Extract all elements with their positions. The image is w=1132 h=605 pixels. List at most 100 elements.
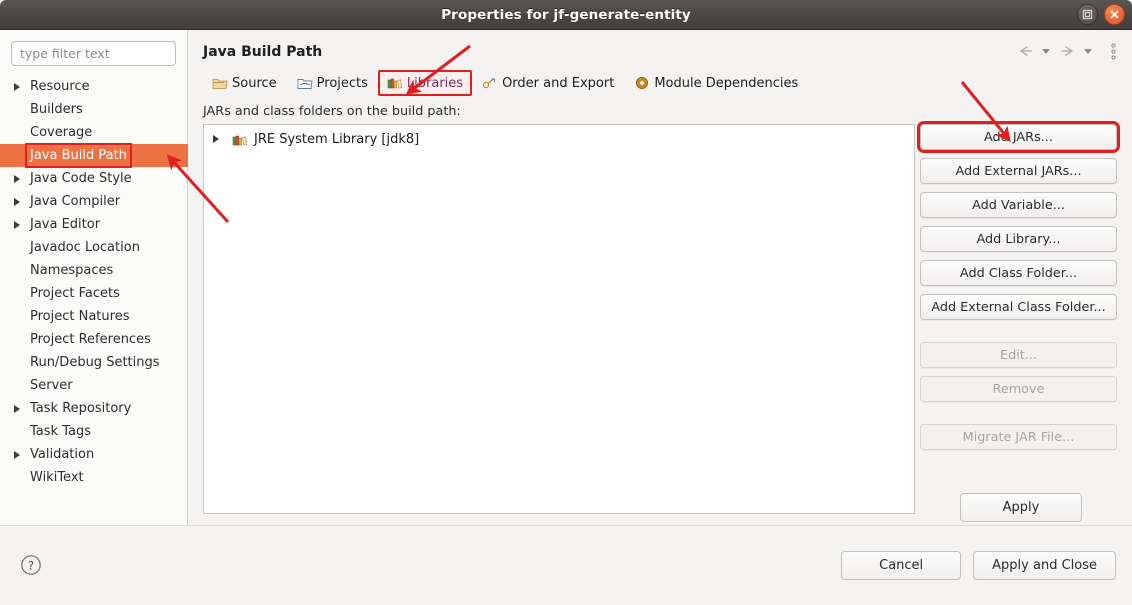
sidebar-item-run-debug-settings[interactable]: Run/Debug Settings bbox=[0, 351, 188, 374]
settings-sidebar: Resource Builders Coverage Java Build Path J… bbox=[0, 30, 188, 525]
tab-label: Order and Export bbox=[502, 75, 615, 91]
button-add-library[interactable]: Add Library... bbox=[920, 226, 1117, 252]
window-controls bbox=[1077, 4, 1125, 25]
sidebar-item-resource[interactable]: Resource bbox=[0, 75, 188, 98]
module-deps-icon bbox=[636, 77, 649, 89]
back-icon[interactable] bbox=[1016, 42, 1034, 60]
window-title: Properties for jf-generate-entity bbox=[441, 7, 691, 23]
settings-tree: Resource Builders Coverage Java Build Path J… bbox=[0, 75, 188, 489]
sidebar-item-label: Resource bbox=[30, 79, 90, 94]
tab-label: Module Dependencies bbox=[654, 75, 799, 91]
forward-icon[interactable] bbox=[1058, 42, 1076, 60]
projects-icon bbox=[297, 79, 313, 89]
filter-input[interactable] bbox=[11, 41, 176, 66]
sidebar-item-validation[interactable]: Validation bbox=[0, 443, 188, 466]
sidebar-item-namespaces[interactable]: Namespaces bbox=[0, 259, 188, 282]
sidebar-item-label: Project Natures bbox=[30, 309, 130, 324]
forward-dropdown-icon[interactable] bbox=[1079, 42, 1097, 60]
footer-buttons: Cancel Apply and Close bbox=[841, 551, 1116, 580]
sidebar-item-label: Run/Debug Settings bbox=[30, 355, 160, 370]
sidebar-item-label: Task Tags bbox=[30, 424, 91, 439]
sidebar-item-java-build-path[interactable]: Java Build Path bbox=[0, 143, 188, 168]
footer-button-label: Apply and Close bbox=[992, 558, 1097, 573]
help-icon[interactable]: ? bbox=[20, 554, 42, 576]
sidebar-item-label: Project Facets bbox=[30, 286, 120, 301]
list-label: JARs and class folders on the build path… bbox=[203, 104, 461, 119]
button-label: Remove bbox=[992, 381, 1045, 397]
title-bar: Properties for jf-generate-entity bbox=[0, 0, 1132, 30]
expand-twisty-icon[interactable] bbox=[14, 221, 20, 229]
close-button[interactable] bbox=[1104, 4, 1125, 25]
svg-text:?: ? bbox=[28, 558, 34, 572]
tab-source[interactable]: Source bbox=[202, 70, 287, 96]
content-panel: Java Build Path Source Projects Librarie… bbox=[188, 30, 1132, 525]
tab-projects[interactable]: Projects bbox=[287, 70, 378, 96]
apply-button[interactable]: Apply bbox=[960, 493, 1082, 522]
sidebar-item-java-editor[interactable]: Java Editor bbox=[0, 213, 188, 236]
tab-order-and-export[interactable]: Order and Export bbox=[472, 70, 624, 96]
button-edit: Edit... bbox=[920, 342, 1117, 368]
button-remove: Remove bbox=[920, 376, 1117, 402]
expand-twisty-icon[interactable] bbox=[213, 135, 219, 143]
sidebar-item-label: Java Build Path bbox=[25, 143, 132, 168]
button-label: Add External Class Folder... bbox=[931, 299, 1106, 315]
sidebar-item-label: Builders bbox=[30, 102, 83, 117]
button-label: Migrate JAR File... bbox=[962, 429, 1075, 445]
filter-container bbox=[11, 41, 176, 66]
sidebar-item-label: Validation bbox=[30, 447, 95, 462]
view-menu-icon[interactable] bbox=[1104, 42, 1122, 60]
libraries-icon bbox=[387, 78, 403, 89]
button-label: Add Variable... bbox=[972, 197, 1065, 213]
button-add-external-class-folder[interactable]: Add External Class Folder... bbox=[920, 294, 1117, 320]
expand-twisty-icon[interactable] bbox=[14, 198, 20, 206]
sidebar-item-label: Java Compiler bbox=[30, 194, 121, 209]
sidebar-item-task-tags[interactable]: Task Tags bbox=[0, 420, 188, 443]
build-path-actions: Add JARs... Add External JARs... Add Varia… bbox=[917, 121, 1120, 458]
sidebar-item-label: Javadoc Location bbox=[30, 240, 140, 255]
sidebar-item-label: Task Repository bbox=[30, 401, 132, 416]
tab-module-dependencies[interactable]: Module Dependencies bbox=[624, 70, 808, 96]
tab-label: Projects bbox=[316, 75, 368, 91]
dialog-footer: ? Cancel Apply and Close bbox=[0, 525, 1132, 605]
sidebar-item-project-references[interactable]: Project References bbox=[0, 328, 188, 351]
sidebar-item-task-repository[interactable]: Task Repository bbox=[0, 397, 188, 420]
button-add-jars[interactable]: Add JARs... bbox=[917, 121, 1120, 153]
sidebar-item-javadoc-location[interactable]: Javadoc Location bbox=[0, 236, 188, 259]
properties-dialog: Properties for jf-generate-entity Resour… bbox=[0, 0, 1132, 605]
footer-button-apply-and-close[interactable]: Apply and Close bbox=[973, 551, 1116, 580]
button-add-external-jars[interactable]: Add External JARs... bbox=[920, 158, 1117, 184]
sidebar-item-server[interactable]: Server bbox=[0, 374, 188, 397]
expand-twisty-icon[interactable] bbox=[14, 175, 20, 183]
button-label: Edit... bbox=[1000, 347, 1037, 363]
navigation-icons bbox=[1016, 42, 1122, 60]
expand-twisty-icon[interactable] bbox=[14, 405, 20, 413]
expand-twisty-icon[interactable] bbox=[14, 451, 20, 459]
sidebar-item-java-compiler[interactable]: Java Compiler bbox=[0, 190, 188, 213]
page-title: Java Build Path bbox=[203, 44, 323, 60]
footer-button-label: Cancel bbox=[879, 558, 924, 573]
button-add-class-folder[interactable]: Add Class Folder... bbox=[920, 260, 1117, 286]
footer-button-cancel[interactable]: Cancel bbox=[841, 551, 962, 580]
tab-libraries[interactable]: Libraries bbox=[377, 70, 473, 96]
sidebar-item-project-facets[interactable]: Project Facets bbox=[0, 282, 188, 305]
back-dropdown-icon[interactable] bbox=[1037, 42, 1055, 60]
order-export-icon bbox=[482, 78, 496, 89]
button-migrate-jar-file: Migrate JAR File... bbox=[920, 424, 1117, 450]
sidebar-item-coverage[interactable]: Coverage bbox=[0, 121, 188, 144]
sidebar-item-label: Coverage bbox=[30, 125, 93, 140]
expand-twisty-icon[interactable] bbox=[14, 83, 20, 91]
sidebar-item-builders[interactable]: Builders bbox=[0, 98, 188, 121]
library-icon bbox=[232, 135, 248, 146]
sidebar-item-java-code-style[interactable]: Java Code Style bbox=[0, 167, 188, 190]
build-path-list[interactable]: JRE System Library [jdk8] bbox=[203, 124, 915, 514]
list-item[interactable]: JRE System Library [jdk8] bbox=[204, 129, 914, 151]
button-label: Add Library... bbox=[976, 231, 1061, 247]
sidebar-item-label: Project References bbox=[30, 332, 151, 347]
maximize-button[interactable] bbox=[1077, 4, 1098, 25]
button-label: Add External JARs... bbox=[955, 163, 1082, 179]
sidebar-item-label: Java Editor bbox=[30, 217, 101, 232]
button-add-variable[interactable]: Add Variable... bbox=[920, 192, 1117, 218]
list-item-label: JRE System Library [jdk8] bbox=[254, 132, 420, 147]
sidebar-item-wikitext[interactable]: WikiText bbox=[0, 466, 188, 489]
sidebar-item-project-natures[interactable]: Project Natures bbox=[0, 305, 188, 328]
